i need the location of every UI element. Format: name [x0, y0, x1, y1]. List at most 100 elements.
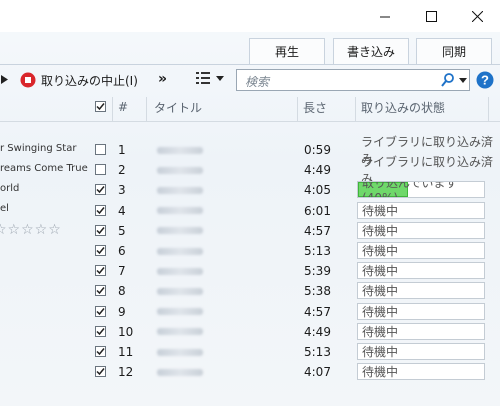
close-icon — [471, 10, 483, 22]
column-header-length[interactable]: 長さ — [303, 96, 327, 118]
rip-status-box: 待機中 — [357, 201, 485, 219]
minimize-icon — [379, 16, 390, 17]
track-length: 4:49 — [304, 163, 331, 178]
blurred-text — [157, 328, 203, 336]
maximize-button[interactable] — [408, 0, 454, 32]
close-button[interactable] — [454, 0, 500, 32]
blurred-text — [157, 247, 203, 255]
track-title-blurred — [157, 302, 203, 322]
track-row[interactable]: 11 5:13 待機中 — [0, 342, 500, 362]
track-number: 2 — [118, 163, 126, 178]
track-row[interactable]: 8 5:38 待機中 — [0, 281, 500, 301]
minimize-button[interactable] — [362, 0, 408, 32]
tab-sync[interactable]: 同期 — [416, 38, 492, 64]
rip-status: 待機中 — [362, 264, 399, 279]
maximize-icon — [425, 10, 437, 22]
track-number: 7 — [118, 264, 126, 279]
checkmark-icon — [96, 287, 105, 295]
help-icon[interactable]: ? — [476, 71, 494, 89]
checkmark-icon — [96, 206, 105, 214]
track-number: 1 — [118, 143, 126, 157]
tab-play[interactable]: 再生 — [249, 38, 325, 64]
tab-label: 再生 — [274, 45, 299, 59]
track-row[interactable]: 2 4:49 ライブラリに取り込み済み — [0, 155, 500, 187]
blurred-text — [157, 207, 203, 215]
view-options-button[interactable] — [196, 71, 224, 85]
rip-status-box: 待機中 — [357, 363, 485, 381]
chevron-down-icon[interactable] — [459, 78, 467, 83]
rip-status: 待機中 — [362, 203, 399, 218]
rip-status: 待機中 — [362, 304, 399, 319]
track-checkbox[interactable] — [95, 346, 106, 357]
stop-rip-label: 取り込みの中止(I) — [41, 73, 138, 88]
rip-status: 待機中 — [362, 345, 399, 359]
track-checkbox[interactable] — [95, 325, 106, 337]
blurred-text — [157, 308, 203, 316]
track-row[interactable]: 9 4:57 待機中 — [0, 302, 500, 322]
track-checkbox[interactable] — [95, 285, 106, 297]
blurred-text — [157, 227, 203, 235]
track-row[interactable]: 12 4:07 待機中 — [0, 362, 500, 382]
track-row[interactable]: 10 4:49 待機中 — [0, 322, 500, 342]
track-length: 4:57 — [304, 304, 331, 319]
more-button[interactable]: » — [158, 71, 167, 87]
track-length: 4:57 — [304, 223, 331, 238]
track-checkbox[interactable] — [95, 265, 106, 277]
track-title-blurred — [157, 342, 203, 362]
track-length: 4:05 — [304, 183, 331, 198]
track-length: 4:49 — [304, 324, 331, 339]
blurred-text — [157, 166, 203, 174]
track-checkbox[interactable] — [95, 204, 106, 216]
track-row[interactable]: 4 6:01 待機中 — [0, 201, 500, 221]
track-row[interactable]: 3 4:05 取り込んでいます (40%) — [0, 180, 500, 200]
column-separator — [146, 97, 147, 121]
search-box[interactable]: 検索 — [236, 69, 470, 91]
track-number: 6 — [118, 244, 126, 258]
rip-status-box: 待機中 — [357, 282, 485, 300]
search-input[interactable]: 検索 — [245, 73, 269, 90]
blurred-text — [157, 368, 203, 376]
select-all-checkbox[interactable] — [95, 101, 106, 112]
track-checkbox[interactable] — [95, 144, 106, 155]
rip-status: 待機中 — [362, 365, 399, 380]
track-length: 6:01 — [304, 203, 331, 218]
track-checkbox[interactable] — [95, 305, 106, 317]
track-title-blurred — [157, 160, 203, 180]
track-length: 5:38 — [304, 284, 331, 299]
track-checkbox[interactable] — [95, 366, 106, 378]
rip-status-box: 待機中 — [357, 242, 485, 259]
track-checkbox[interactable] — [95, 245, 106, 256]
blurred-text — [157, 287, 203, 295]
column-header-title[interactable]: タイトル — [154, 96, 202, 118]
rip-status: ライブラリに取り込み済み — [361, 155, 494, 187]
track-row[interactable]: 5 4:57 待機中 — [0, 221, 500, 241]
track-row[interactable]: 7 5:39 待機中 — [0, 261, 500, 281]
track-number: 9 — [118, 304, 126, 319]
blurred-text — [157, 267, 203, 275]
search-icon[interactable] — [441, 73, 454, 87]
column-header-number[interactable]: # — [118, 96, 128, 118]
track-checkbox[interactable] — [95, 184, 106, 196]
rip-status-box: 待機中 — [357, 343, 485, 360]
track-title-blurred — [157, 261, 203, 281]
column-header-rip-status[interactable]: 取り込みの状態 — [361, 96, 445, 118]
column-separator — [488, 97, 489, 121]
track-row[interactable]: 6 5:13 待機中 — [0, 241, 500, 261]
blurred-text — [157, 186, 203, 194]
stop-icon — [20, 72, 36, 88]
rip-status-box: 取り込んでいます (40%) — [357, 181, 485, 199]
track-checkbox[interactable] — [95, 164, 106, 176]
stop-rip-button[interactable]: 取り込みの中止(I) — [20, 67, 138, 93]
track-checkbox[interactable] — [95, 224, 106, 236]
tab-burn[interactable]: 書き込み — [333, 38, 409, 64]
track-length: 5:13 — [304, 345, 331, 359]
track-number: 5 — [118, 223, 126, 238]
checkmark-icon — [96, 247, 105, 255]
track-number: 3 — [118, 183, 126, 198]
play-arrow-icon[interactable] — [1, 75, 9, 84]
track-title-blurred — [157, 322, 203, 342]
checkmark-icon — [96, 327, 105, 335]
chevron-down-icon — [216, 75, 224, 81]
track-length: 5:39 — [304, 264, 331, 279]
svg-text:?: ? — [481, 73, 489, 88]
